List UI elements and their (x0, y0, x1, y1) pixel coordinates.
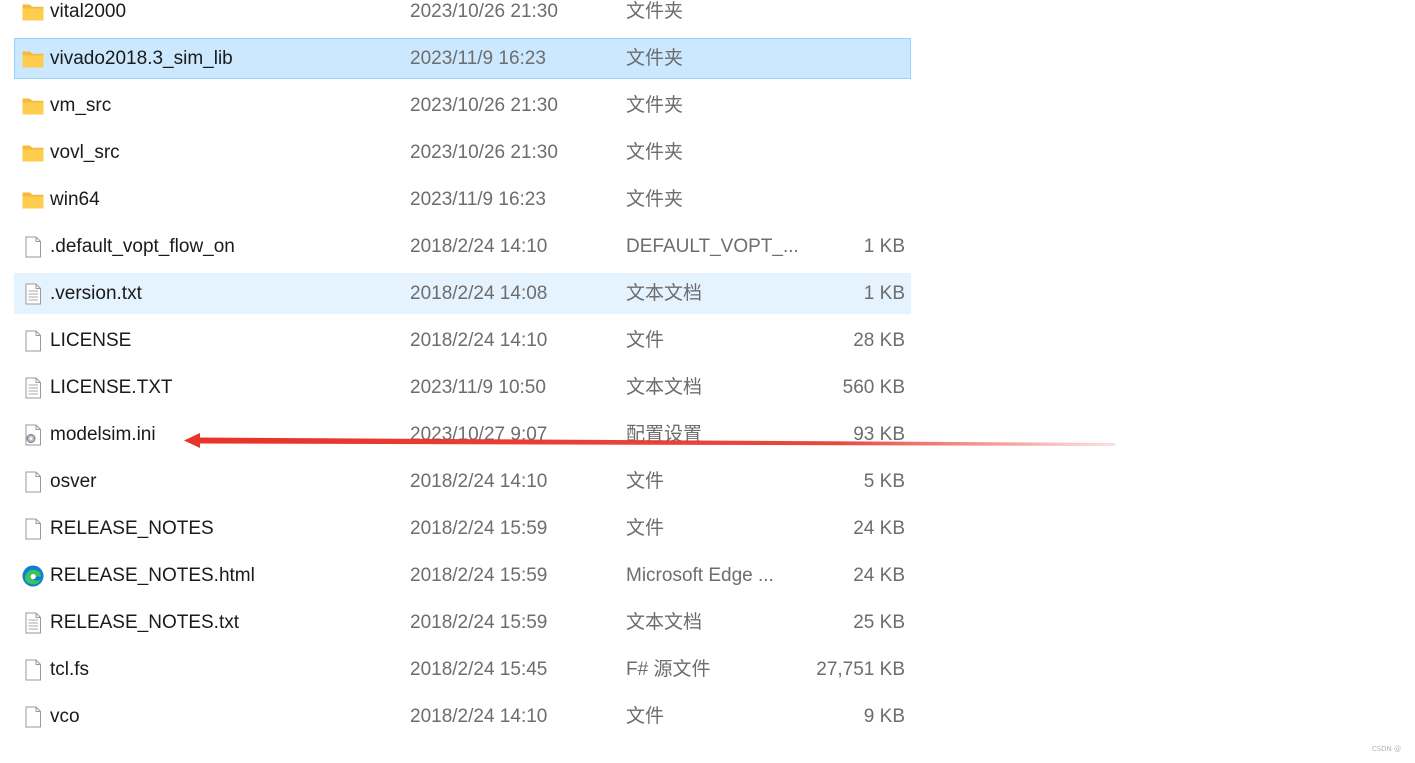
file-date-modified: 2023/10/26 21:30 (410, 95, 558, 116)
text-file-icon (20, 274, 46, 313)
file-list: vital2000 2023/10/26 21:30 文件夹 vivado2018.3… (14, 0, 911, 743)
config-file-icon (20, 415, 46, 454)
text-file-icon (20, 603, 46, 642)
file-row[interactable]: vovl_src 2023/10/26 21:30 文件夹 (14, 132, 911, 173)
file-row[interactable]: modelsim.ini 2023/10/27 9:07 配置设置 93 KB (14, 414, 911, 455)
file-date-modified: 2018/2/24 14:10 (410, 706, 548, 727)
file-row[interactable]: tcl.fs 2018/2/24 15:45 F# 源文件 27,751 KB (14, 649, 911, 690)
file-type: 文本文档 (626, 612, 703, 633)
folder-icon (20, 0, 46, 31)
file-type: 文本文档 (626, 377, 703, 398)
file-row[interactable]: vco 2018/2/24 14:10 文件 9 KB (14, 696, 911, 737)
file-size: 24 KB (853, 565, 905, 586)
file-row[interactable]: vm_src 2023/10/26 21:30 文件夹 (14, 85, 911, 126)
file-type: 文件夹 (626, 95, 684, 116)
file-type: F# 源文件 (626, 659, 711, 680)
file-row[interactable]: .version.txt 2018/2/24 14:08 文本文档 1 KB (14, 273, 911, 314)
file-type: 文件 (626, 518, 665, 539)
blank-file-icon (20, 509, 46, 548)
file-name: LICENSE (50, 330, 132, 351)
file-size: 27,751 KB (816, 659, 905, 680)
file-date-modified: 2023/11/9 16:23 (410, 48, 546, 69)
file-date-modified: 2018/2/24 15:59 (410, 518, 548, 539)
file-name: vital2000 (50, 1, 127, 22)
file-type: 配置设置 (626, 424, 703, 445)
file-date-modified: 2018/2/24 14:10 (410, 236, 548, 257)
blank-file-icon (20, 697, 46, 736)
file-size: 28 KB (853, 330, 905, 351)
file-name: vivado2018.3_sim_lib (50, 48, 233, 69)
file-name: tcl.fs (50, 659, 90, 680)
file-name: modelsim.ini (50, 424, 156, 445)
file-size: 25 KB (853, 612, 905, 633)
folder-icon (20, 180, 46, 219)
file-row[interactable]: osver 2018/2/24 14:10 文件 5 KB (14, 461, 911, 502)
file-type: 文件夹 (626, 142, 684, 163)
blank-file-icon (20, 650, 46, 689)
file-row[interactable]: RELEASE_NOTES.html 2018/2/24 15:59 Microso… (14, 555, 911, 596)
file-row[interactable]: LICENSE 2018/2/24 14:10 文件 28 KB (14, 320, 911, 361)
file-row[interactable]: RELEASE_NOTES 2018/2/24 15:59 文件 24 KB (14, 508, 911, 549)
file-name: vco (50, 706, 80, 727)
file-name: osver (50, 471, 97, 492)
folder-icon (20, 133, 46, 172)
file-row[interactable]: win64 2023/11/9 16:23 文件夹 (14, 179, 911, 220)
file-size: 5 KB (863, 471, 905, 492)
file-name: .default_vopt_flow_on (50, 236, 235, 257)
file-size: 1 KB (863, 283, 905, 304)
file-row[interactable]: vital2000 2023/10/26 21:30 文件夹 (14, 0, 911, 32)
file-date-modified: 2018/2/24 14:10 (410, 471, 548, 492)
watermark: CSDN @ (1371, 745, 1401, 753)
file-name: LICENSE.TXT (50, 377, 173, 398)
file-type: 文件 (626, 706, 665, 727)
file-name: RELEASE_NOTES.txt (50, 612, 240, 633)
file-row[interactable]: .default_vopt_flow_on 2018/2/24 14:10 DEFA… (14, 226, 911, 267)
file-name: .version.txt (50, 283, 142, 304)
file-row[interactable]: vivado2018.3_sim_lib 2023/11/9 16:23 文件夹 (14, 38, 911, 79)
file-date-modified: 2018/2/24 14:10 (410, 330, 548, 351)
file-date-modified: 2018/2/24 14:08 (410, 283, 548, 304)
file-name: vm_src (50, 95, 112, 116)
file-name: vovl_src (50, 142, 120, 163)
file-row[interactable]: LICENSE.TXT 2023/11/9 10:50 文本文档 560 KB (14, 367, 911, 408)
file-size: 24 KB (853, 518, 905, 539)
file-name: RELEASE_NOTES.html (50, 565, 255, 586)
blank-file-icon (20, 227, 46, 266)
text-file-icon (20, 368, 46, 407)
file-date-modified: 2018/2/24 15:45 (410, 659, 548, 680)
file-size: 93 KB (853, 424, 905, 445)
file-date-modified: 2023/11/9 10:50 (410, 377, 546, 398)
folder-icon (20, 86, 46, 125)
file-type: 文本文档 (626, 283, 703, 304)
file-type: 文件夹 (626, 1, 684, 22)
file-type: 文件 (626, 471, 665, 492)
file-type: Microsoft Edge ... (626, 565, 774, 586)
file-type: 文件夹 (626, 189, 684, 210)
file-name: win64 (50, 189, 100, 210)
blank-file-icon (20, 462, 46, 501)
file-date-modified: 2018/2/24 15:59 (410, 612, 548, 633)
file-date-modified: 2023/11/9 16:23 (410, 189, 546, 210)
edge-icon (20, 556, 46, 595)
file-name: RELEASE_NOTES (50, 518, 214, 539)
file-row[interactable]: RELEASE_NOTES.txt 2018/2/24 15:59 文本文档 25 K… (14, 602, 911, 643)
file-date-modified: 2018/2/24 15:59 (410, 565, 548, 586)
folder-icon (20, 39, 46, 78)
file-type: 文件夹 (626, 48, 684, 69)
file-date-modified: 2023/10/26 21:30 (410, 1, 558, 22)
file-size: 9 KB (863, 706, 905, 727)
file-date-modified: 2023/10/27 9:07 (410, 424, 548, 445)
blank-file-icon (20, 321, 46, 360)
file-size: 560 KB (842, 377, 905, 398)
file-date-modified: 2023/10/26 21:30 (410, 142, 558, 163)
file-type: 文件 (626, 330, 665, 351)
file-size: 1 KB (863, 236, 905, 257)
file-type: DEFAULT_VOPT_... (626, 236, 799, 257)
